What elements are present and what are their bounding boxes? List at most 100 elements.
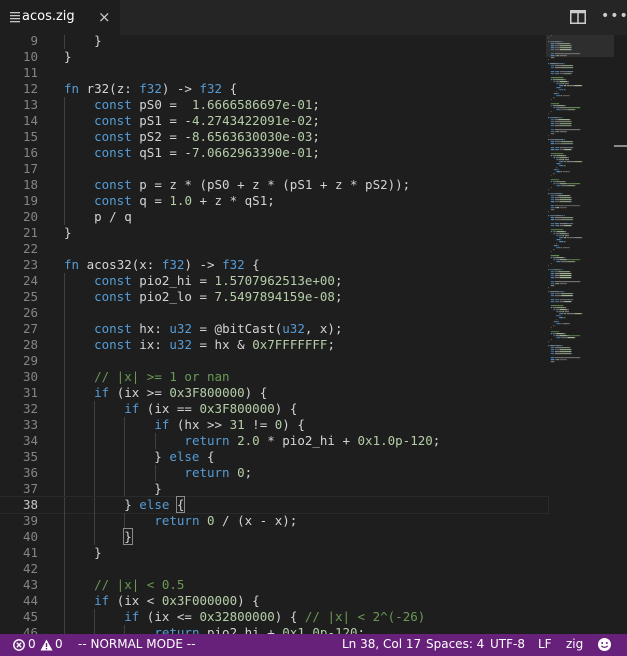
code-line[interactable]: 25 const pio2_lo = 7.5497894159e-08; bbox=[0, 289, 548, 305]
tab-acos-zig[interactable]: acos.zig × bbox=[0, 0, 120, 35]
minimap-line bbox=[550, 201, 555, 203]
minimap-line bbox=[555, 275, 560, 277]
minimap-line bbox=[562, 323, 570, 325]
code-line[interactable]: 23 fn acos32(x: f32) -> f32 { bbox=[0, 257, 548, 273]
code-line[interactable]: 29 bbox=[0, 353, 548, 369]
code-line[interactable]: 28 const ix: u32 = hx & 0x7FFFFFFF; bbox=[0, 337, 548, 353]
code-line[interactable]: 32 if (ix == 0x3F800000) { bbox=[0, 401, 548, 417]
code-line[interactable]: 10} bbox=[0, 49, 548, 65]
minimap-slider[interactable] bbox=[546, 35, 614, 57]
code-line[interactable]: 14 const pS1 = -4.2743422091e-02; bbox=[0, 113, 548, 129]
code-line[interactable]: 40 } bbox=[0, 528, 548, 545]
code-line[interactable]: 31 if (ix >= 0x3F800000) { bbox=[0, 385, 548, 401]
code-line[interactable]: 11 bbox=[0, 65, 548, 81]
code-line[interactable]: 33 if (hx >> 31 != 0) { bbox=[0, 417, 548, 433]
code-line[interactable]: 12 fn r32(z: f32) -> f32 { bbox=[0, 81, 548, 97]
code-line[interactable]: 9 } bbox=[0, 35, 548, 49]
number-literal: 0x3F000000 bbox=[161, 593, 238, 608]
number-literal: 0 bbox=[207, 513, 215, 528]
vertical-scrollbar[interactable] bbox=[614, 35, 627, 634]
code-line[interactable]: 17 bbox=[0, 161, 548, 177]
code-line[interactable]: 34 return 2.0 * pio2_hi + 0x1.0p-120; bbox=[0, 433, 548, 449]
code-line[interactable]: 18 const p = z * (pS0 + z * (pS1 + z * p… bbox=[0, 177, 548, 193]
minimap-line bbox=[553, 81, 555, 83]
code-line[interactable]: 13 const pS0 = 1.6666586697e-01; bbox=[0, 97, 548, 113]
minimap-line bbox=[553, 93, 555, 95]
minimap-line bbox=[555, 207, 558, 209]
minimap-line bbox=[550, 299, 555, 301]
code-line[interactable]: 27 const hx: u32 = @bitCast(u32, x); bbox=[0, 321, 548, 337]
line-number: 46 bbox=[22, 625, 38, 634]
minimap-line bbox=[556, 171, 561, 173]
error-count[interactable]: 0 bbox=[28, 637, 36, 651]
encoding[interactable]: UTF-8 bbox=[490, 637, 525, 651]
code-line[interactable]: 30 // |x| >= 1 or nan bbox=[0, 369, 548, 385]
cursor-position[interactable]: Ln 38, Col 17 bbox=[342, 637, 421, 651]
minimap-line bbox=[550, 199, 555, 201]
code-line[interactable]: 46 return pio2_hi + 0x1.0p-120; bbox=[0, 625, 548, 634]
close-icon[interactable]: × bbox=[98, 8, 111, 26]
status-bar: 0 0 -- NORMAL MODE -- Ln 38, Col 17 Spac… bbox=[0, 634, 627, 656]
minimap-line bbox=[550, 121, 555, 123]
code-editor[interactable]: 9 } 10} 11 12 fn r32(z: f32) -> f32 {13 cons… bbox=[0, 35, 627, 634]
number-literal: 8.6563630030e-03 bbox=[191, 129, 313, 144]
warning-icon[interactable] bbox=[40, 639, 53, 651]
code-line[interactable]: 16 const qS1 = -7.0662963390e-01; bbox=[0, 145, 548, 161]
minimap-line bbox=[566, 83, 567, 85]
indentation[interactable]: Spaces: 4 bbox=[426, 637, 484, 651]
code-line[interactable]: 15 const pS2 = -8.6563630030e-03; bbox=[0, 129, 548, 145]
code-line[interactable]: 26 bbox=[0, 305, 548, 321]
minimap-line bbox=[559, 183, 567, 185]
indent-guide bbox=[64, 561, 65, 577]
more-actions-icon[interactable]: ••• bbox=[601, 8, 627, 24]
minimap-line bbox=[559, 71, 568, 73]
code-line[interactable]: 19 const q = 1.0 + z * qS1; bbox=[0, 193, 548, 209]
minimap-line bbox=[553, 173, 555, 175]
code-content: const pS2 = -8.6563630030e-03; bbox=[64, 129, 320, 145]
minimap-line bbox=[562, 117, 563, 119]
code-line[interactable]: 36 return 0; bbox=[0, 465, 548, 481]
warning-count[interactable]: 0 bbox=[55, 637, 63, 651]
minimap-line bbox=[563, 257, 566, 259]
code-line[interactable]: 45 if (ix <= 0x32800000) { // |x| < 2^(-… bbox=[0, 609, 548, 625]
split-editor-icon[interactable] bbox=[570, 10, 586, 24]
minimap-line bbox=[555, 157, 560, 159]
minimap-line bbox=[556, 235, 558, 237]
minimap-line bbox=[564, 311, 567, 313]
keyword: return bbox=[184, 433, 230, 448]
minimap-line bbox=[559, 233, 567, 235]
code-line[interactable]: 43 // |x| < 0.5 bbox=[0, 577, 548, 593]
code-line[interactable]: 21} bbox=[0, 225, 548, 241]
code-line[interactable]: 22 bbox=[0, 241, 548, 257]
minimap[interactable] bbox=[546, 35, 614, 370]
minimap-line bbox=[567, 223, 570, 225]
minimap-line bbox=[555, 217, 562, 219]
minimap-line bbox=[561, 139, 564, 141]
code-line[interactable]: 44 if (ix < 0x3F000000) { bbox=[0, 593, 548, 609]
code-text: p = z * (pS0 + z * (pS1 + z * pS2)); bbox=[131, 177, 411, 192]
smiley-icon[interactable] bbox=[597, 637, 612, 652]
code-line[interactable]: 37 } bbox=[0, 481, 548, 497]
code-line[interactable]: 35 } else { bbox=[0, 449, 548, 465]
minimap-line bbox=[550, 359, 555, 361]
language-mode[interactable]: zig bbox=[566, 637, 583, 651]
minimap-line bbox=[561, 219, 573, 221]
code-line[interactable]: 38 } else { bbox=[0, 496, 549, 514]
code-line[interactable]: 20 p / q bbox=[0, 209, 548, 225]
minimap-line bbox=[550, 345, 555, 347]
minimap-line bbox=[550, 153, 564, 155]
line-ending[interactable]: LF bbox=[538, 637, 552, 651]
file-lines-icon bbox=[10, 12, 20, 23]
minimap-line bbox=[564, 79, 567, 81]
minimap-line bbox=[557, 239, 560, 241]
minimap-line bbox=[559, 349, 572, 351]
code-line[interactable]: 42 bbox=[0, 561, 548, 577]
code-line[interactable]: 24 const pio2_hi = 1.5707962513e+00; bbox=[0, 273, 548, 289]
error-icon[interactable] bbox=[13, 639, 25, 651]
code-line[interactable]: 41 } bbox=[0, 545, 548, 561]
minimap-line bbox=[581, 313, 583, 315]
code-content: } bbox=[64, 35, 102, 49]
minimap-line bbox=[559, 73, 565, 75]
code-line[interactable]: 39 return 0 / (x - x); bbox=[0, 513, 548, 529]
